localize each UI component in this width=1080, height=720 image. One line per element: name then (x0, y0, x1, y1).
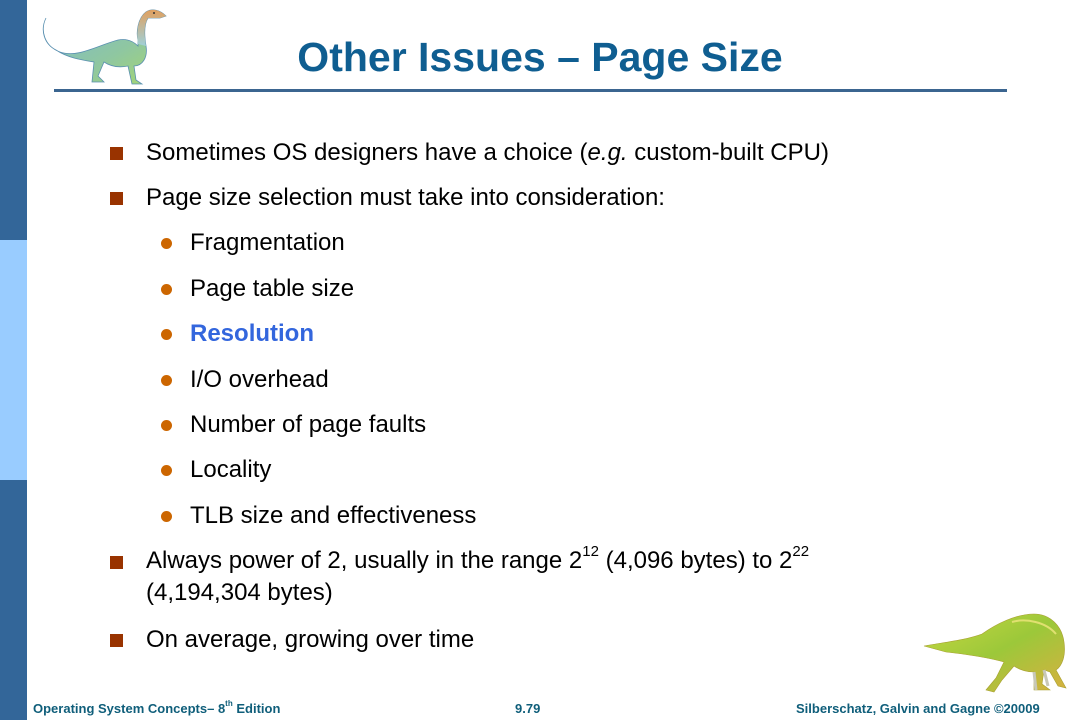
bullet-text-italic: e.g. (587, 139, 628, 166)
sidebar-band-middle (0, 240, 27, 480)
footer-edition-sup: th (225, 698, 233, 708)
sub-bullet-item: Resolution (161, 317, 314, 351)
square-bullet-icon (110, 192, 123, 205)
sub-bullet-text: I/O overhead (190, 366, 329, 393)
round-bullet-icon (161, 420, 172, 431)
bullet-text-part: (4,194,304 bytes) (146, 579, 333, 606)
bullet-text-part: Always power of 2, usually in the range … (146, 547, 583, 574)
square-bullet-icon (110, 147, 123, 160)
sub-bullet-text: Locality (190, 456, 272, 483)
sub-bullet-text: TLB size and effectiveness (190, 502, 477, 529)
sidebar-band-bottom (0, 480, 27, 720)
sub-bullet-item: Fragmentation (161, 226, 345, 260)
slide-title: Other Issues – Page Size (0, 32, 1080, 82)
exponent: 12 (582, 543, 599, 560)
sub-bullet-item: Locality (161, 453, 271, 487)
exponent: 22 (792, 543, 810, 560)
round-bullet-icon (161, 238, 172, 249)
sub-bullet-text-highlighted: Resolution (190, 320, 314, 347)
bullet-text: On average, growing over time (146, 626, 475, 653)
footer-edition-text: Edition (232, 701, 281, 716)
round-bullet-icon (161, 329, 172, 340)
square-bullet-icon (110, 634, 123, 647)
round-bullet-icon (161, 465, 172, 476)
footer-copyright: Silberschatz, Galvin and Gagne ©20009 (796, 701, 1040, 716)
bullet-text: Sometimes OS designers have a choice (e.… (146, 136, 829, 170)
footer-page-number: 9.79 (515, 701, 541, 716)
sub-bullet-item: I/O overhead (161, 363, 329, 397)
bullet-item: Sometimes OS designers have a choice (e.… (110, 136, 829, 170)
round-bullet-icon (161, 511, 172, 522)
sub-bullet-item: Number of page faults (161, 408, 426, 442)
bullet-text-part: Sometimes OS designers have a choice ( (146, 139, 588, 166)
bullet-text-part: (4,096 bytes) to 2 (598, 547, 793, 574)
footer-book-title: Operating System Concepts– 8th Edition (33, 699, 280, 719)
sub-bullet-item: TLB size and effectiveness (161, 499, 476, 533)
title-underline (54, 89, 1007, 92)
bullet-item: Always power of 2, usually in the range … (110, 543, 810, 609)
bullet-text: Page size selection must take into consi… (146, 184, 665, 211)
bullet-text: Always power of 2, usually in the range … (146, 543, 810, 609)
slide-title-text: Other Issues – Page Size (297, 34, 783, 80)
sub-bullet-text: Number of page faults (190, 411, 427, 438)
dinosaur-illustration-icon (923, 613, 1067, 693)
bullet-text-part: custom-built CPU) (627, 139, 829, 166)
sub-bullet-text: Fragmentation (190, 229, 345, 256)
sub-bullet-item: Page table size (161, 272, 354, 306)
footer-book-text: Operating System Concepts– 8 (33, 701, 226, 716)
round-bullet-icon (161, 284, 172, 295)
sub-bullet-text: Page table size (190, 275, 355, 302)
round-bullet-icon (161, 375, 172, 386)
bullet-item: Page size selection must take into consi… (110, 181, 665, 215)
bullet-item: On average, growing over time (110, 623, 474, 657)
square-bullet-icon (110, 556, 123, 569)
